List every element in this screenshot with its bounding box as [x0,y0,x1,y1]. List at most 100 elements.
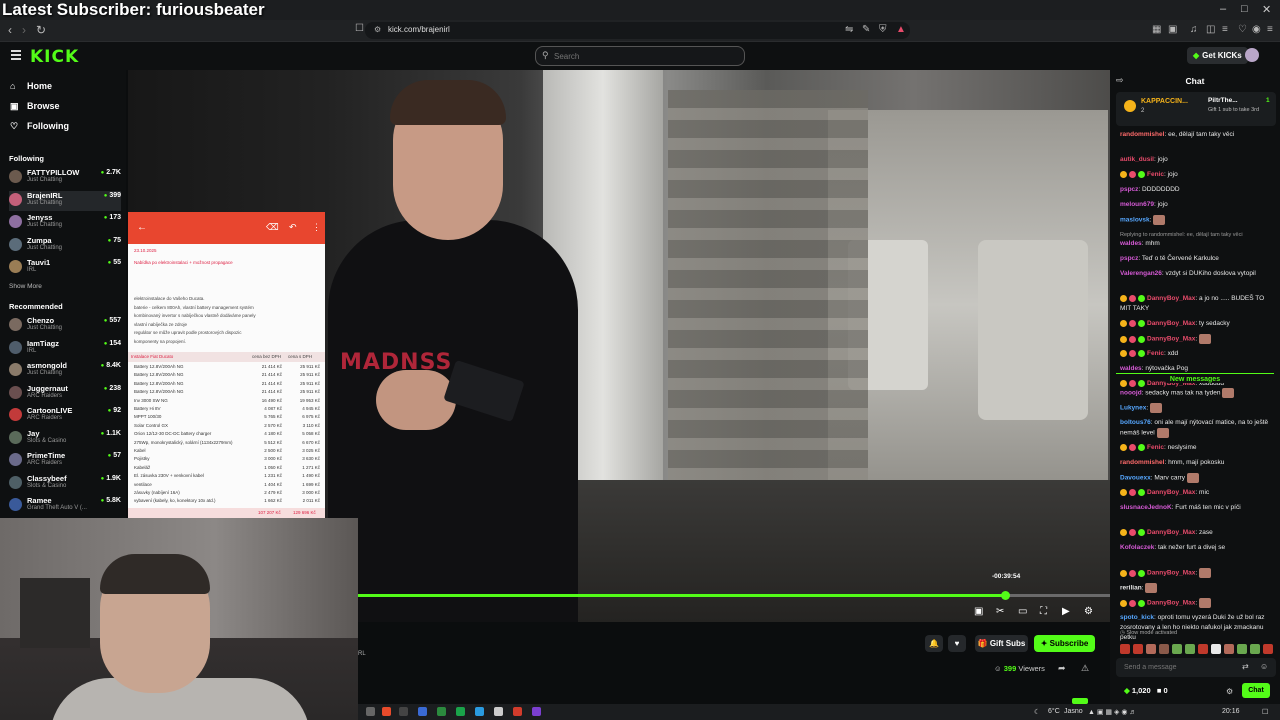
chat-username[interactable]: spoto_kick [1120,614,1154,621]
chat-message[interactable]: DannyBoy_Max: [1120,568,1276,579]
chat-username[interactable]: boltous76 [1120,419,1151,426]
chat-username[interactable]: DannyBoy_Max [1147,529,1195,536]
chat-message[interactable]: Fenic: neslysime [1120,443,1276,453]
sidebar-channel[interactable]: JaySlots & Casino 1.1K [9,429,121,449]
quick-emote-icon[interactable] [1198,644,1208,654]
chat-username[interactable]: meloun679 [1120,201,1154,208]
clip-icon[interactable]: ✂ [996,606,1004,617]
chat-message[interactable]: meloun679: jojo [1120,200,1276,210]
search-box[interactable]: ⚲ [535,46,745,66]
url-text[interactable]: kick.com/brajenirl [388,25,450,34]
chat-message[interactable]: DannyBoy_Max: mic [1120,488,1276,498]
chat-message[interactable]: waldes: mhm [1120,239,1276,249]
chat-message[interactable]: autik_dusil: jojo [1120,155,1276,165]
chat-message[interactable]: pspcz: Teď o tě Červené Karkulce [1120,254,1276,264]
site-info-icon[interactable]: ⚙ [374,25,381,34]
chat-message[interactable]: Fenic: jojo [1120,170,1276,180]
hamburger-menu-icon[interactable] [11,50,21,62]
emote-picker-icon[interactable]: ☺ [1260,662,1268,671]
sidebar-channel[interactable]: asmongoldJust Chatting 8.4K [9,361,121,381]
chat-username[interactable]: Fenic [1147,350,1164,357]
tray-icons[interactable]: ▲ ▣ ▦ ◈ ◉ ♬ [1088,708,1136,716]
sidebar-nav-browse[interactable]: ▣ Browse [10,101,60,112]
chat-message[interactable]: Valerengan26: vzdyt si DUKiho doslova vy… [1120,269,1276,279]
shield-icon[interactable]: ⛨ [879,24,887,35]
quick-emote-icon[interactable] [1185,644,1195,654]
chat-username[interactable]: Valerengan26 [1120,270,1162,277]
maximize-icon[interactable]: □ [1241,3,1248,15]
kick-logo[interactable]: KICK [30,47,79,67]
rewards-icon[interactable]: ▲ [896,24,906,35]
music-icon[interactable]: ♫ [1190,24,1198,35]
app-icon[interactable] [437,707,446,716]
chat-username[interactable]: DannyBoy_Max [1147,600,1195,607]
translate-icon[interactable]: ⇋ [845,24,853,35]
close-icon[interactable]: ✕ [1262,3,1271,16]
quick-emote-icon[interactable] [1120,644,1130,654]
sidebar-channel[interactable]: JenyssJust Chatting 173 [9,213,121,233]
chat-message[interactable]: rerilian: [1120,583,1276,594]
chat-message-input[interactable] [1124,661,1234,674]
gift-subs-button[interactable]: 🎁 Gift Subs [975,635,1028,652]
explorer-app-icon[interactable] [366,707,375,716]
bookmark-icon[interactable]: ☐ [355,23,364,34]
app-icon[interactable] [532,707,541,716]
sidebar-channel[interactable]: CartoonLIVEARC Raiders 92 [9,406,121,426]
chat-username[interactable]: DannyBoy_Max [1147,295,1195,302]
chat-username[interactable]: pspcz [1120,186,1138,193]
mention-icon[interactable]: ⇄ [1242,662,1249,671]
reload-icon[interactable]: ↻ [36,23,46,37]
chat-username[interactable]: rerilian [1120,585,1142,592]
quick-emote-icon[interactable] [1172,644,1182,654]
quick-emote-icon[interactable] [1133,644,1143,654]
sidebar-nav-following[interactable]: ♡ Following [10,121,69,132]
app-icon[interactable] [513,707,522,716]
share-icon[interactable]: ➦ [1058,663,1066,674]
notifications-icon[interactable]: ☐ [1262,708,1268,716]
chat-message[interactable]: Davouexx: Marv carry [1120,473,1276,484]
sidebar-channel[interactable]: ChenzoJust Chatting 557 [9,316,121,336]
quick-emote-icon[interactable] [1224,644,1234,654]
quick-emote-icon[interactable] [1211,644,1221,654]
app-icon[interactable] [456,707,465,716]
chat-message[interactable]: randommishel: ee, dělají tam taky věci [1120,130,1276,140]
chat-message[interactable]: DannyBoy_Max: [1120,598,1276,609]
chat-username[interactable]: Davouexx [1120,475,1151,482]
quick-emote-icon[interactable] [1250,644,1260,654]
chat-username[interactable]: waldes [1120,240,1142,247]
chat-username[interactable]: DannyBoy_Max [1147,320,1195,327]
chat-username[interactable]: Kofolaczek [1120,544,1154,551]
chat-username[interactable]: randommishel [1120,459,1164,466]
browser-menu-icon[interactable]: ≡ [1267,24,1273,35]
show-more-button[interactable]: Show More [9,283,42,290]
quick-emote-icon[interactable] [1237,644,1247,654]
menu-lines-icon[interactable]: ≡ [1222,24,1228,35]
chat-username[interactable]: maslovsk [1120,217,1150,224]
settings-gear-icon[interactable]: ⚙ [1084,606,1093,617]
chat-message[interactable]: pspcz: DDDDDDDD [1120,185,1276,195]
chat-username[interactable]: DannyBoy_Max [1147,489,1195,496]
brave-app-icon[interactable] [382,707,391,716]
chat-username[interactable]: nooojd [1120,390,1142,397]
chat-message[interactable]: DannyBoy_Max: a jo no ..... BUDEŠ TO MIT… [1120,294,1276,314]
chat-username[interactable]: Lukynex [1120,405,1146,412]
screenshot-icon[interactable]: ▣ [1168,24,1177,35]
vpn-icon[interactable]: ◉ [1252,24,1261,35]
chat-username[interactable]: slusnaceJednoK [1120,504,1172,511]
chat-username[interactable]: Fenic [1147,444,1164,451]
edit-icon[interactable]: ✎ [862,24,870,35]
app-icon[interactable] [494,707,503,716]
chat-message[interactable]: Fenic: xdd [1120,349,1276,359]
minimize-icon[interactable]: – [1220,3,1226,15]
app-icon[interactable] [475,707,484,716]
chat-username[interactable]: pspcz [1120,255,1138,262]
sidebar-icon[interactable]: ◫ [1206,24,1215,35]
chat-message[interactable]: DannyBoy_Max: ty sedacky [1120,319,1276,329]
back-icon[interactable]: ‹ [8,23,12,37]
chat-message[interactable]: Lukynex: [1120,403,1276,414]
clock[interactable]: 20:16 [1222,708,1240,715]
chat-username[interactable]: DannyBoy_Max [1147,570,1195,577]
notification-bell-button[interactable]: 🔔 [925,635,943,652]
chat-message[interactable]: Kofolaczek: tak nežer furt a divej se [1120,543,1276,553]
sidebar-channel[interactable]: RameeGrand Theft Auto V (... 5.8K [9,496,121,516]
